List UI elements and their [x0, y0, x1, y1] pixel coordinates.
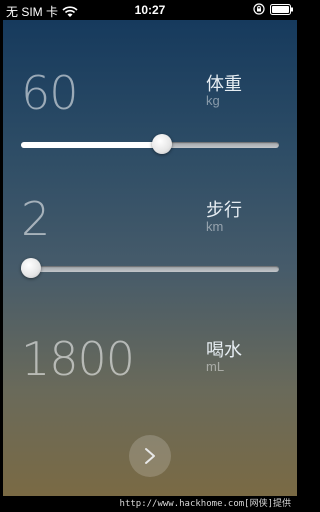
app-screen: 60 体重 kg 2 步行 km 1800 喝水 mL	[3, 20, 297, 496]
steps-slider[interactable]	[21, 258, 279, 278]
steps-value: 2	[21, 192, 50, 246]
watermark: http://www.hackhome.com[网侠]提供	[3, 496, 297, 512]
weight-unit: kg	[206, 93, 220, 108]
status-right	[253, 3, 294, 15]
steps-slider-track[interactable]	[21, 266, 279, 272]
weight-slider-thumb[interactable]	[151, 134, 172, 154]
weight-value: 60	[21, 66, 79, 120]
rotation-lock-icon	[253, 3, 265, 15]
weight-slider-fill	[21, 142, 162, 148]
next-button[interactable]	[129, 435, 171, 477]
phone-frame: 无 SIM 卡 10:27 60 体重 kg 2 步行 km 1800 喝水 m…	[0, 0, 300, 512]
steps-unit: km	[206, 219, 224, 234]
battery-icon	[270, 3, 293, 15]
water-unit: mL	[206, 359, 225, 374]
status-bar: 无 SIM 卡 10:27	[0, 0, 300, 20]
steps-slider-thumb[interactable]	[21, 258, 41, 278]
water-value: 1800	[21, 332, 135, 386]
weight-slider[interactable]	[21, 134, 279, 154]
chevron-right-icon	[145, 448, 155, 464]
